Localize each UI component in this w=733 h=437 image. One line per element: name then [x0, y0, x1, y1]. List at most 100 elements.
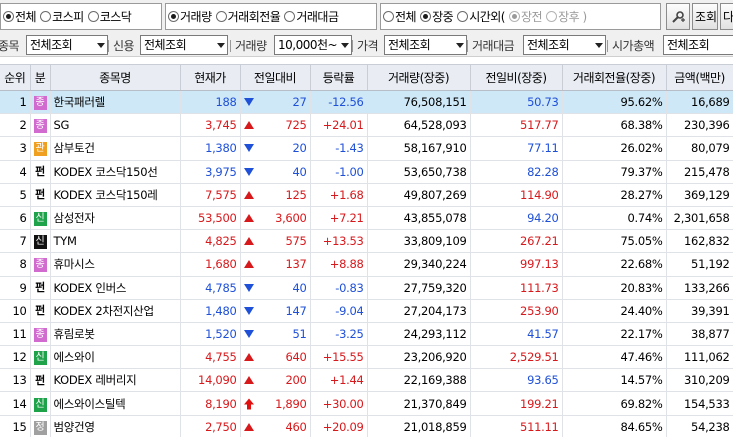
- market-badge: 종: [33, 96, 47, 111]
- stock-name-cell[interactable]: 한국패러렐: [50, 90, 181, 115]
- column-header[interactable]: 거래회전율(장중): [562, 64, 667, 91]
- session-radio-0[interactable]: 전체: [383, 8, 417, 25]
- rank-cell: 12: [0, 345, 31, 370]
- credit-filter-select[interactable]: 전체조회: [140, 35, 228, 55]
- stock-name-cell[interactable]: KODEX 인버스: [50, 276, 181, 300]
- radio-circle-icon[interactable]: [383, 11, 394, 22]
- table-row[interactable]: 12 신 에스와이 4,755 640 +15.55 23,206,920 2,529.51 4…: [0, 345, 733, 370]
- session-radio-group: 전체 장중 시간외(장전 장후 ): [380, 3, 661, 30]
- wrench-plus-icon[interactable]: [666, 3, 690, 30]
- radio-circle-icon[interactable]: [215, 11, 227, 22]
- amount-filter-select[interactable]: 전체조회: [523, 35, 606, 55]
- market-badge-cell: 종: [30, 113, 51, 138]
- session-radio-2[interactable]: 시간외(: [457, 8, 505, 25]
- radio-circle-icon[interactable]: [284, 11, 296, 22]
- volume-filter-select[interactable]: 10,000천~1: [274, 35, 352, 55]
- chevron-down-icon[interactable]: [94, 36, 107, 54]
- market-badge-cell: 관: [30, 136, 51, 161]
- chevron-down-icon[interactable]: [592, 36, 605, 54]
- price-filter-label: 가격: [352, 37, 379, 54]
- table-row[interactable]: 5 펀 KODEX 코스닥150레 7,575 125 +1.68 49,807,269 11…: [0, 183, 733, 207]
- column-header[interactable]: 금액(백만): [666, 64, 733, 91]
- radio-circle-icon[interactable]: [546, 11, 558, 22]
- table-row[interactable]: 2 종 SG 3,745 725 +24.01 64,528,093 517.77 68.38%…: [0, 113, 733, 138]
- radio-circle-icon[interactable]: [3, 11, 14, 22]
- radio-circle-icon[interactable]: [457, 11, 469, 22]
- table-row[interactable]: 6 신 삼성전자 53,500 3,600 +7.21 43,855,078 94.20 0.7…: [0, 206, 733, 231]
- table-row[interactable]: 8 종 휴마시스 1,680 137 +8.88 29,340,224 997.13 22.68…: [0, 252, 733, 277]
- price-cell: 1,480: [180, 299, 241, 323]
- chevron-down-icon[interactable]: [214, 36, 227, 54]
- sort_by-radio-1[interactable]: 거래회전율: [215, 8, 281, 25]
- stock-name-cell[interactable]: KODEX 레버리지: [50, 368, 181, 393]
- stock-name-cell[interactable]: KODEX 2차전지산업: [50, 299, 181, 323]
- item-filter-label: 종목: [0, 39, 20, 53]
- column-header[interactable]: 등락률: [310, 64, 368, 91]
- table-row[interactable]: 15 정 범양건영 2,750 460 +20.09 21,018,859 511.11 84.…: [0, 415, 733, 437]
- radio-circle-icon[interactable]: [168, 11, 179, 22]
- stock-name-cell[interactable]: 휴림로봇: [50, 322, 181, 347]
- volume-ratio-cell: 997.13: [470, 252, 563, 277]
- stock-name-cell[interactable]: TYM: [50, 229, 181, 254]
- amount-filter-label: 거래대금: [467, 37, 515, 54]
- radio-circle-icon[interactable]: [40, 11, 52, 22]
- sort_by-radio-0[interactable]: 거래량: [168, 8, 212, 25]
- price-filter-select[interactable]: 전체조회: [384, 35, 467, 55]
- stock-name-cell[interactable]: KODEX 코스닥150레: [50, 183, 181, 207]
- chevron-down-icon[interactable]: [338, 36, 351, 54]
- search-button[interactable]: 조회: [692, 3, 718, 30]
- sort_by-radio-2[interactable]: 거래대금: [284, 8, 339, 25]
- column-header[interactable]: 전일대비: [240, 64, 311, 91]
- chevron-down-icon[interactable]: [453, 36, 466, 54]
- stock-name-cell[interactable]: 에스와이: [50, 345, 181, 370]
- market-badge-cell: 정: [30, 415, 51, 437]
- market-radio-2[interactable]: 코스닥: [87, 8, 132, 25]
- session-radio-4[interactable]: 장후 ): [546, 8, 587, 25]
- stock-name-cell[interactable]: 삼부토건: [50, 136, 181, 161]
- column-header[interactable]: 전일비(장중): [470, 64, 563, 91]
- radio-circle-icon[interactable]: [87, 11, 99, 22]
- credit-filter-value: 전체조회: [144, 38, 187, 52]
- market-radio-0[interactable]: 전체: [3, 8, 37, 25]
- session-radio-1[interactable]: 장중: [420, 8, 454, 25]
- table-row[interactable]: 13 펀 KODEX 레버리지 14,090 200 +1.44 22,169,388 93.…: [0, 368, 733, 393]
- table-row[interactable]: 3 관 삼부토건 1,380 20 -1.43 58,167,910 77.11 26.02% 8…: [0, 136, 733, 161]
- market-radio-label: 전체: [15, 10, 37, 24]
- stock-name-cell[interactable]: 에스와이스틸텍: [50, 391, 181, 416]
- volume-cell: 53,650,738: [367, 160, 471, 184]
- change-cell: 147: [240, 299, 311, 323]
- column-header[interactable]: 종목명: [50, 64, 181, 91]
- triangle-up-icon: [243, 237, 254, 246]
- stock-name-cell[interactable]: 범양건영: [50, 415, 181, 437]
- table-row[interactable]: 7 신 TYM 4,825 575 +13.53 33,809,109 267.21 75.05…: [0, 229, 733, 254]
- item-filter-select[interactable]: 전체조회: [26, 35, 108, 55]
- rank-cell: 8: [0, 252, 31, 277]
- stock-name-cell[interactable]: 삼성전자: [50, 206, 181, 231]
- column-header[interactable]: 거래량(장중): [367, 64, 471, 91]
- rate-cell: -1.00: [310, 160, 368, 184]
- table-row[interactable]: 4 펀 KODEX 코스닥150선 3,975 40 -1.00 53,650,738 82.…: [0, 160, 733, 184]
- change-cell: 1,890: [240, 391, 311, 416]
- radio-circle-icon[interactable]: [509, 11, 520, 22]
- rate-cell: -3.25: [310, 322, 368, 347]
- table-row[interactable]: 9 펀 KODEX 인버스 4,785 40 -0.83 27,759,320 111.73 2…: [0, 276, 733, 300]
- radio-circle-icon[interactable]: [420, 11, 432, 22]
- stock-name-cell[interactable]: SG: [50, 113, 181, 138]
- column-header[interactable]: 분: [30, 64, 51, 91]
- column-header[interactable]: 현재가: [180, 64, 241, 91]
- market-badge: 종: [33, 119, 47, 134]
- table-row[interactable]: 11 종 휴림로봇 1,520 51 -3.25 24,293,112 41.57 22.17%…: [0, 322, 733, 347]
- stock-name-cell[interactable]: KODEX 코스닥150선: [50, 160, 181, 184]
- stock-name-cell[interactable]: 휴마시스: [50, 252, 181, 277]
- market-badge-cell: 신: [30, 229, 51, 254]
- table-row[interactable]: 10 펀 KODEX 2차전지산업 1,480 147 -9.04 27,204,173 25…: [0, 299, 733, 323]
- cap-filter-select[interactable]: 전체조회: [663, 35, 733, 55]
- table-row[interactable]: 1 종 한국패러렐 188 27 -12.56 76,508,151 50.73 95.62% 1…: [0, 90, 733, 115]
- market-radio-1[interactable]: 코스피: [40, 8, 84, 25]
- triangle-up-icon: [243, 214, 254, 223]
- next-button[interactable]: 다: [720, 3, 733, 30]
- change-value: 137: [285, 257, 307, 272]
- column-header[interactable]: 순위: [0, 64, 31, 91]
- table-row[interactable]: 14 신 에스와이스틸텍 8,190 1,890 +30.00 21,370,849 199.…: [0, 391, 733, 416]
- session-radio-3[interactable]: 장전: [509, 8, 543, 25]
